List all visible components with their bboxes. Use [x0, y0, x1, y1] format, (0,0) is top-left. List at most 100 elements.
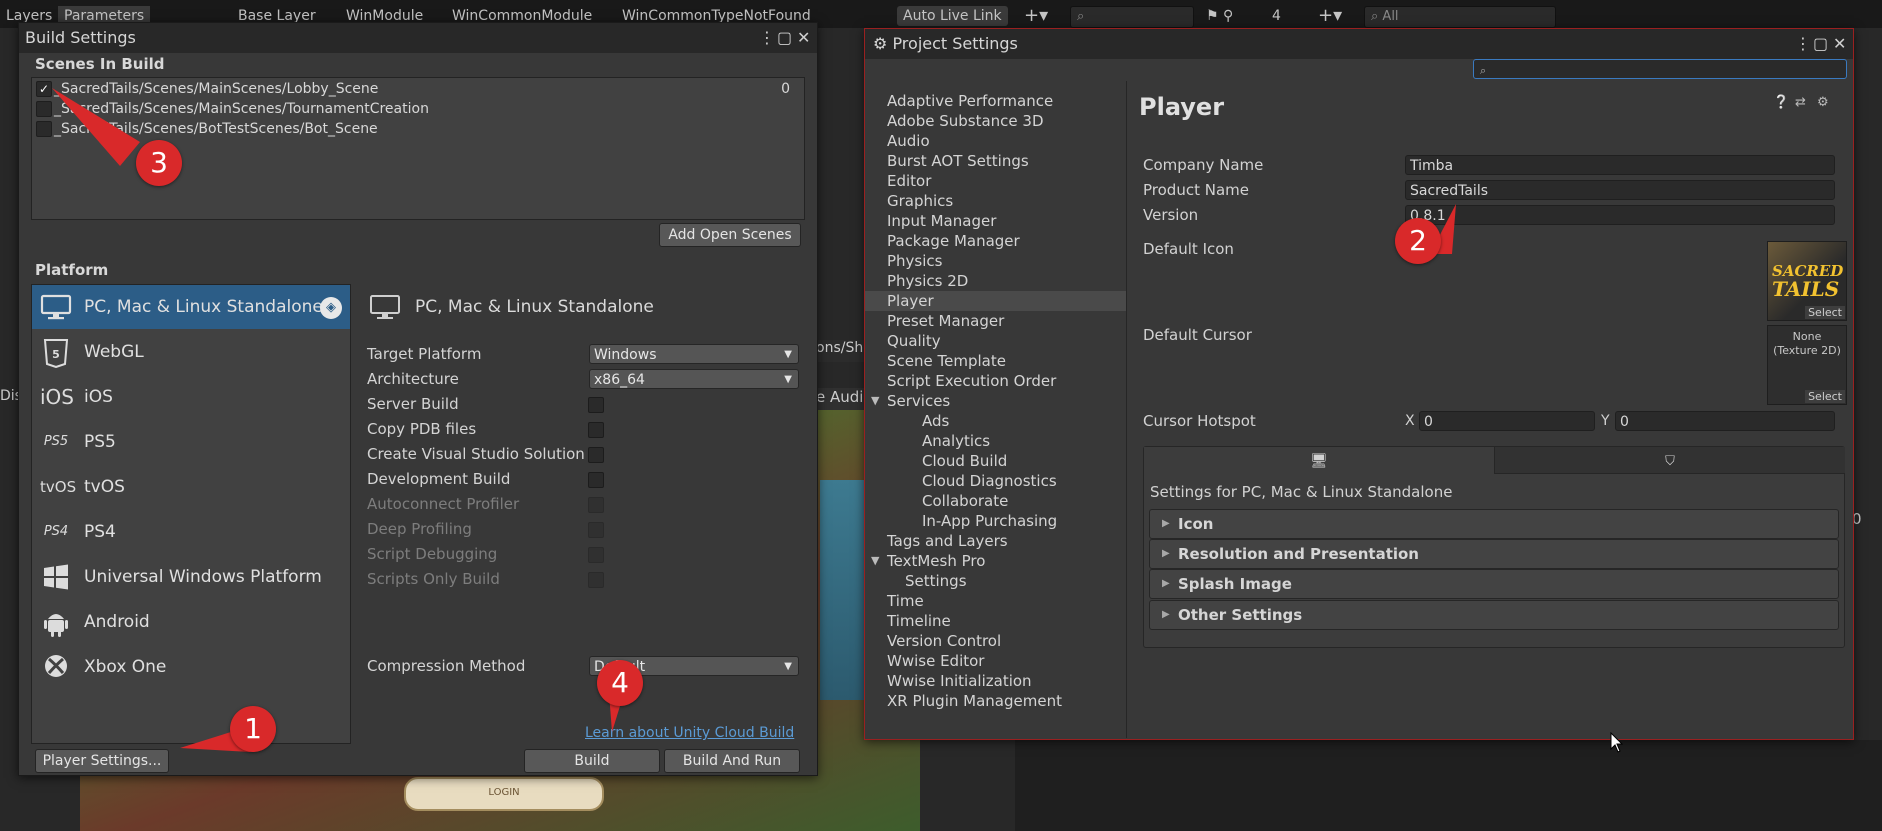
webgl-tab[interactable]: ⛉: [1494, 447, 1845, 474]
settings-nav-item[interactable]: Package Manager: [887, 231, 1020, 251]
settings-nav-item[interactable]: Player: [887, 291, 934, 311]
settings-nav-item[interactable]: Graphics: [887, 191, 953, 211]
settings-nav-item[interactable]: Time: [887, 591, 924, 611]
foldout-arrow-icon[interactable]: ▼: [871, 551, 879, 571]
chevron-down-icon: ▼: [784, 349, 792, 360]
help-icon[interactable]: ❔: [1773, 95, 1789, 110]
settings-nav-item[interactable]: Collaborate: [922, 491, 1008, 511]
search-icon: ⌕: [1480, 64, 1487, 77]
select-cursor-button[interactable]: Select: [1805, 390, 1845, 403]
settings-nav-item[interactable]: Services: [887, 391, 950, 411]
target-platform-dropdown[interactable]: Windows ▼: [589, 344, 799, 364]
build-and-run-button[interactable]: Build And Run: [664, 749, 800, 773]
close-icon[interactable]: ✕: [1833, 33, 1846, 55]
copy-pdb-checkbox[interactable]: [588, 422, 604, 438]
other-settings-foldout[interactable]: ▶ Other Settings: [1149, 600, 1839, 630]
settings-nav-item[interactable]: Tags and Layers: [887, 531, 1008, 551]
mouse-cursor-icon: [1610, 732, 1624, 753]
default-icon-slot[interactable]: SACRED TAILS Select: [1767, 241, 1847, 321]
platform-item-tvos[interactable]: tvOS tvOS: [32, 465, 350, 509]
scenes-in-build-label: Scenes In Build: [35, 55, 165, 73]
platform-item-standalone[interactable]: PC, Mac & Linux Standalone ◈: [32, 285, 350, 329]
auto-live-link-button[interactable]: Auto Live Link: [897, 6, 1008, 26]
settings-nav-item[interactable]: Cloud Diagnostics: [922, 471, 1057, 491]
settings-nav-item[interactable]: Version Control: [887, 631, 1001, 651]
add-object-icon[interactable]: +▾: [1312, 6, 1348, 26]
hotspot-y-field[interactable]: 0: [1615, 411, 1835, 431]
platform-item-ios[interactable]: iOS iOS: [32, 375, 350, 419]
settings-gear-icon[interactable]: ⚙: [1817, 95, 1829, 110]
hierarchy-search-input[interactable]: ⌕: [1070, 6, 1194, 28]
settings-nav-item[interactable]: Editor: [887, 171, 931, 191]
preset-icon[interactable]: ⇄: [1795, 95, 1806, 110]
platform-item-uwp[interactable]: Universal Windows Platform: [32, 555, 350, 599]
default-cursor-slot[interactable]: None (Texture 2D) Select: [1767, 325, 1847, 405]
project-search-input[interactable]: ⌕ All: [1364, 6, 1556, 28]
settings-nav-item[interactable]: Ads: [922, 411, 949, 431]
settings-nav-item[interactable]: Scene Template: [887, 351, 1006, 371]
platform-item-webgl[interactable]: 5 WebGL: [32, 330, 350, 374]
settings-nav-item[interactable]: Input Manager: [887, 211, 996, 231]
autoconnect-profiler-checkbox: [588, 497, 604, 513]
settings-nav-item[interactable]: Physics 2D: [887, 271, 968, 291]
standalone-tab[interactable]: 🖥: [1144, 447, 1494, 474]
menu-icon[interactable]: ⋮: [759, 27, 775, 49]
login-button[interactable]: LOGIN: [404, 777, 604, 811]
settings-nav-item[interactable]: TextMesh Pro: [887, 551, 985, 571]
settings-nav-item[interactable]: Preset Manager: [887, 311, 1004, 331]
settings-nav-item[interactable]: Audio: [887, 131, 930, 151]
settings-nav-item[interactable]: Script Execution Order: [887, 371, 1056, 391]
close-icon[interactable]: ✕: [797, 27, 810, 49]
settings-nav-item[interactable]: Adaptive Performance: [887, 91, 1053, 111]
architecture-dropdown[interactable]: x86_64 ▼: [589, 369, 799, 389]
settings-nav-item[interactable]: Physics: [887, 251, 942, 271]
resolution-foldout[interactable]: ▶ Resolution and Presentation: [1149, 539, 1839, 569]
player-settings-button[interactable]: Player Settings...: [35, 749, 169, 773]
platform-item-xbox[interactable]: Xbox One: [32, 645, 350, 689]
maximize-icon[interactable]: ▢: [1813, 33, 1828, 55]
search-icon: ⌕: [1077, 9, 1085, 24]
script-debugging-checkbox: [588, 547, 604, 563]
icon-foldout[interactable]: ▶ Icon: [1149, 509, 1839, 539]
option-label: Deep Profiling: [367, 520, 472, 538]
settings-nav-item[interactable]: Wwise Editor: [887, 651, 984, 671]
settings-nav-item[interactable]: Adobe Substance 3D: [887, 111, 1044, 131]
project-settings-titlebar[interactable]: ⚙ Project Settings ⋮ ▢ ✕: [865, 29, 1853, 59]
menu-icon[interactable]: ⋮: [1795, 33, 1811, 55]
add-icon[interactable]: +▾: [1018, 6, 1054, 26]
platform-label: WebGL: [84, 342, 144, 362]
platform-item-ps4[interactable]: PS4 PS4: [32, 510, 350, 554]
settings-nav-item[interactable]: Quality: [887, 331, 941, 351]
platform-item-ps5[interactable]: PS5 PS5: [32, 420, 350, 464]
development-build-checkbox[interactable]: [588, 472, 604, 488]
settings-nav-item[interactable]: Cloud Build: [922, 451, 1007, 471]
triangle-right-icon: ▶: [1162, 578, 1170, 589]
splash-image-foldout[interactable]: ▶ Splash Image: [1149, 569, 1839, 599]
foldout-arrow-icon[interactable]: ▼: [871, 391, 879, 411]
build-settings-titlebar[interactable]: Build Settings ⋮ ▢ ✕: [19, 23, 817, 53]
settings-nav-item[interactable]: XR Plugin Management: [887, 691, 1062, 711]
platform-item-android[interactable]: Android: [32, 600, 350, 644]
settings-nav-item[interactable]: In-App Purchasing: [922, 511, 1057, 531]
settings-nav-item[interactable]: Timeline: [887, 611, 951, 631]
platform-label: Universal Windows Platform: [84, 567, 322, 587]
platform-label: Android: [84, 612, 150, 632]
vs-solution-checkbox[interactable]: [588, 447, 604, 463]
settings-nav-item[interactable]: Settings: [905, 571, 967, 591]
server-build-checkbox[interactable]: [588, 397, 604, 413]
build-button[interactable]: Build: [524, 749, 660, 773]
product-name-field[interactable]: SacredTails: [1405, 180, 1835, 200]
settings-search-input[interactable]: ⌕: [1473, 59, 1847, 79]
company-name-field[interactable]: Timba: [1405, 155, 1835, 175]
select-icon-button[interactable]: Select: [1805, 306, 1845, 319]
version-label: Version: [1143, 206, 1199, 224]
settings-nav-item[interactable]: Wwise Initialization: [887, 671, 1032, 691]
chevron-down-icon: ▼: [784, 661, 792, 672]
version-field[interactable]: 0.8.1: [1405, 205, 1835, 225]
hotspot-x-field[interactable]: 0: [1419, 411, 1595, 431]
add-open-scenes-button[interactable]: Add Open Scenes: [659, 223, 801, 247]
visibility-icons[interactable]: ⚑ ⚲: [1200, 6, 1239, 26]
settings-nav-item[interactable]: Burst AOT Settings: [887, 151, 1029, 171]
settings-nav-item[interactable]: Analytics: [922, 431, 990, 451]
maximize-icon[interactable]: ▢: [777, 27, 792, 49]
